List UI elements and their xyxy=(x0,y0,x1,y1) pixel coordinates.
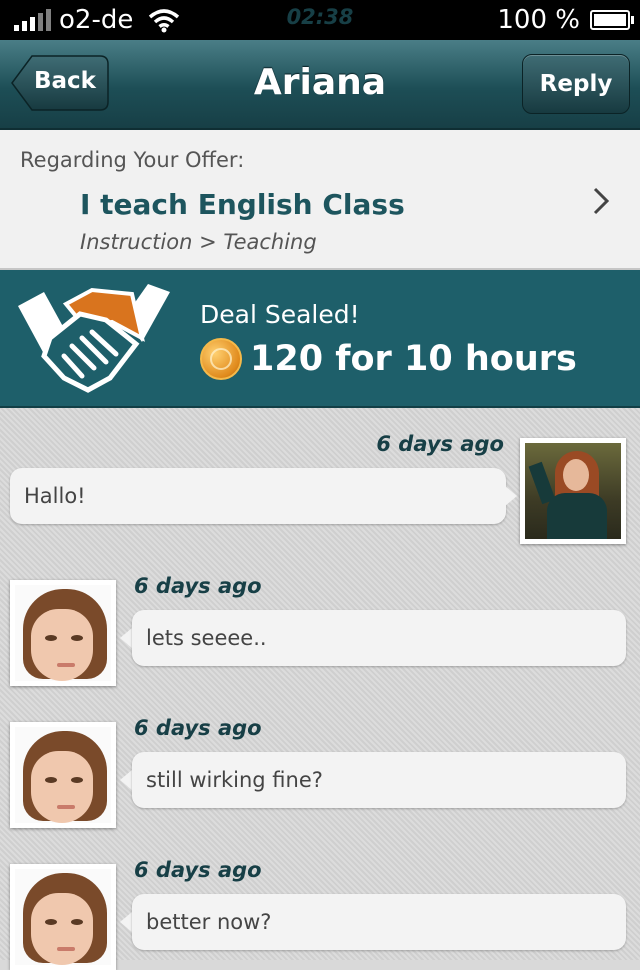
deal-banner: Deal Sealed! 120 for 10 hours xyxy=(0,270,640,408)
handshake-icon xyxy=(18,284,170,393)
coin-icon xyxy=(200,338,242,380)
message-bubble: better now? xyxy=(132,894,626,950)
battery-percent: 100 % xyxy=(497,5,580,35)
message-item: 6 days ago lets seeee.. xyxy=(0,548,640,690)
message-timestamp: 6 days ago xyxy=(376,432,504,456)
message-item: 6 days ago better now? xyxy=(0,832,640,970)
offer-category: Instruction > Teaching xyxy=(80,230,317,254)
bubble-tail xyxy=(120,912,132,932)
offer-row[interactable]: Regarding Your Offer: I teach English Cl… xyxy=(0,130,640,270)
offer-title: I teach English Class xyxy=(80,188,405,221)
deal-price-text: 120 for 10 hours xyxy=(250,339,577,379)
message-item: 6 days ago still wirking fine? xyxy=(0,690,640,832)
avatar[interactable] xyxy=(10,580,116,686)
reply-button[interactable]: Reply xyxy=(522,54,630,114)
message-item: 6 days ago Hallo! xyxy=(0,408,640,548)
message-text: lets seeee.. xyxy=(146,626,267,650)
navigation-bar: Back Ariana Reply xyxy=(0,40,640,130)
message-text: Hallo! xyxy=(24,484,86,508)
message-timestamp: 6 days ago xyxy=(134,716,262,740)
bubble-tail xyxy=(120,628,132,648)
message-bubble: Hallo! xyxy=(10,468,506,524)
avatar[interactable] xyxy=(10,722,116,828)
bubble-tail xyxy=(505,486,517,506)
deal-price: 120 for 10 hours xyxy=(200,338,577,380)
battery-icon xyxy=(590,10,634,30)
deal-status-label: Deal Sealed! xyxy=(200,300,360,329)
message-text: better now? xyxy=(146,910,272,934)
status-bar: o2-de 02:38 100 % xyxy=(0,0,640,40)
message-list[interactable]: 6 days ago Hallo! 6 days ago lets seeee.… xyxy=(0,408,640,970)
message-text: still wirking fine? xyxy=(146,768,323,792)
battery-status: 100 % xyxy=(497,5,634,35)
chevron-right-icon xyxy=(593,187,610,215)
bubble-tail xyxy=(120,770,132,790)
message-bubble: still wirking fine? xyxy=(132,752,626,808)
avatar[interactable] xyxy=(520,438,626,544)
avatar[interactable] xyxy=(10,864,116,970)
message-bubble: lets seeee.. xyxy=(132,610,626,666)
offer-regarding-label: Regarding Your Offer: xyxy=(20,148,245,172)
message-timestamp: 6 days ago xyxy=(134,574,262,598)
message-timestamp: 6 days ago xyxy=(134,858,262,882)
